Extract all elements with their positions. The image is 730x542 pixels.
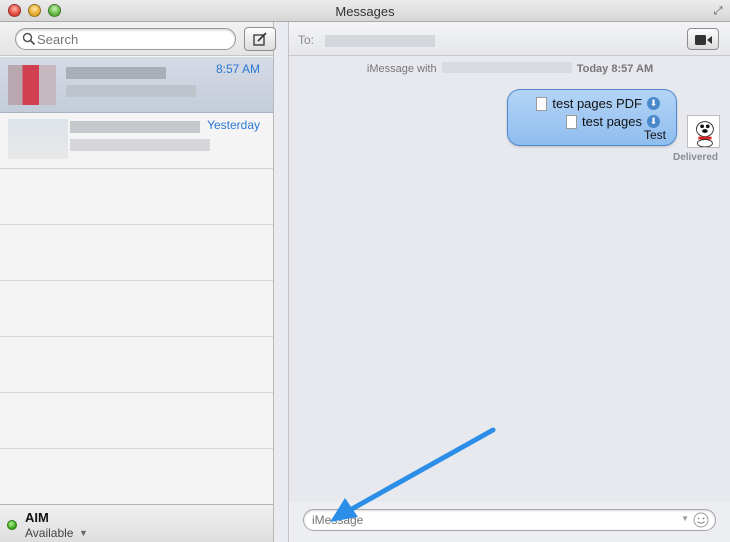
contact-avatar bbox=[8, 119, 68, 159]
conversation-item[interactable]: 8:57 AM bbox=[0, 57, 273, 113]
account-status-bar: AIM Available ▼ bbox=[0, 504, 273, 542]
delivery-status: Delivered bbox=[672, 152, 718, 163]
conversation-list: 8:57 AM Yesterday bbox=[0, 57, 273, 505]
contact-name-blurred bbox=[66, 67, 166, 79]
conversation-time: Yesterday bbox=[207, 118, 260, 132]
video-call-button[interactable] bbox=[687, 28, 719, 50]
meta-service-label: iMessage with bbox=[366, 63, 437, 75]
search-field[interactable] bbox=[15, 28, 236, 50]
smiley-icon[interactable] bbox=[693, 512, 709, 528]
document-icon bbox=[536, 96, 548, 111]
meta-timestamp: Today 8:57 AM bbox=[576, 63, 654, 75]
chat-pane: To: iMessage with Today 8:57 AM test pag… bbox=[288, 22, 730, 542]
video-call-icon bbox=[695, 35, 712, 45]
attachment-name: test pages PDF bbox=[552, 96, 642, 111]
empty-conversation-slot bbox=[0, 169, 273, 225]
sender-avatar bbox=[687, 115, 720, 148]
compose-bar: ▼ bbox=[289, 502, 730, 542]
compose-button[interactable] bbox=[244, 27, 276, 51]
empty-conversation-slot bbox=[0, 225, 273, 281]
search-icon bbox=[22, 32, 36, 46]
contact-name-blurred bbox=[70, 121, 200, 133]
message-input[interactable] bbox=[312, 512, 672, 528]
title-bar: Messages ⤢ bbox=[0, 0, 730, 22]
account-name: AIM bbox=[25, 510, 49, 525]
recipient-field-blurred[interactable] bbox=[325, 35, 435, 47]
message-preview-blurred bbox=[70, 139, 210, 151]
download-icon[interactable]: ⬇ bbox=[647, 115, 660, 128]
availability-selector[interactable]: Available bbox=[25, 526, 73, 540]
sent-message-bubble[interactable]: test pages PDF ⬇ test pages ⬇ Test bbox=[507, 89, 677, 146]
messages-window: Messages ⤢ Search 8:57 AM Yesterday AIM … bbox=[0, 0, 730, 542]
meta-contact-blurred bbox=[441, 62, 572, 73]
emoji-dropdown-icon[interactable]: ▼ bbox=[681, 514, 689, 523]
sidebar-header bbox=[0, 22, 276, 56]
to-label: To: bbox=[298, 33, 315, 47]
conversation-item[interactable]: Yesterday bbox=[0, 113, 273, 169]
available-status-icon bbox=[7, 520, 17, 530]
fullscreen-icon[interactable]: ⤢ bbox=[711, 4, 725, 18]
search-input[interactable] bbox=[37, 31, 227, 47]
attachment-name: test pages bbox=[582, 114, 642, 129]
chevron-down-icon[interactable]: ▼ bbox=[79, 528, 88, 538]
attachment-row[interactable]: test pages ⬇ bbox=[566, 114, 660, 129]
message-preview-blurred bbox=[66, 85, 196, 97]
window-title: Messages bbox=[335, 4, 395, 19]
empty-conversation-slot bbox=[0, 449, 273, 505]
empty-conversation-slot bbox=[0, 281, 273, 337]
conversation-sidebar: 8:57 AM Yesterday AIM Available ▼ bbox=[0, 22, 276, 542]
empty-conversation-slot bbox=[0, 393, 273, 449]
document-icon bbox=[566, 114, 577, 129]
attachment-row[interactable]: test pages PDF ⬇ bbox=[536, 96, 660, 111]
conversation-time: 8:57 AM bbox=[215, 62, 260, 76]
compose-icon bbox=[253, 32, 267, 46]
recipient-bar: To: bbox=[289, 22, 730, 56]
message-text: Test bbox=[643, 128, 666, 142]
download-icon[interactable]: ⬇ bbox=[647, 97, 660, 110]
contact-avatar bbox=[8, 65, 56, 105]
message-input-field[interactable]: ▼ bbox=[303, 509, 716, 531]
empty-conversation-slot bbox=[0, 337, 273, 393]
conversation-header-info: iMessage with Today 8:57 AM bbox=[289, 62, 730, 75]
